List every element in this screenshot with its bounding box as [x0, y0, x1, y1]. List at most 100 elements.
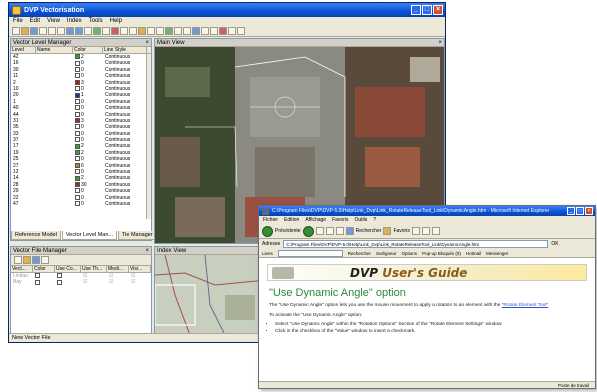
print-icon[interactable]	[431, 227, 440, 235]
close-button[interactable]: ×	[585, 207, 593, 215]
color-swatch[interactable]	[75, 54, 80, 60]
color-swatch[interactable]	[75, 169, 80, 175]
grid-icon[interactable]	[174, 27, 182, 35]
color-swatch[interactable]	[75, 66, 80, 72]
col-line-style[interactable]: Line Style	[103, 47, 147, 53]
search-input[interactable]	[277, 249, 343, 257]
link-options[interactable]: Options	[402, 251, 418, 256]
redo-icon[interactable]	[57, 27, 65, 35]
col-vector[interactable]: Vect...	[11, 266, 33, 272]
color-swatch[interactable]	[75, 181, 80, 187]
close-icon[interactable]: ×	[438, 39, 442, 47]
menu-view[interactable]: View	[47, 17, 60, 26]
color-swatch[interactable]	[75, 92, 80, 98]
index-map[interactable]	[155, 255, 266, 334]
use-color-checkbox[interactable]	[57, 279, 62, 285]
maximize-button[interactable]: □	[576, 207, 584, 215]
dvp-titlebar[interactable]: DVP Vectorisation _ □ ×	[9, 3, 445, 17]
table-row[interactable]: Bay ☑ ☑ ☑	[11, 279, 151, 285]
link-popup-blocked[interactable]: Pop-up Bloqués (0)	[422, 251, 461, 256]
move-icon[interactable]	[192, 27, 200, 35]
col-color[interactable]: Color	[33, 266, 55, 272]
minimize-button[interactable]: _	[411, 5, 421, 15]
menu-index[interactable]: Index	[67, 17, 82, 26]
favorites-label[interactable]: Favoris	[393, 228, 409, 234]
search-label[interactable]: Rechercher	[356, 228, 382, 234]
pan-icon[interactable]	[84, 27, 92, 35]
index-view[interactable]: Index View	[154, 246, 266, 334]
stop-icon[interactable]	[315, 227, 324, 235]
tab-tie-manager[interactable]: Tie Manager	[117, 231, 157, 240]
col-color[interactable]: Color	[73, 47, 103, 53]
color-swatch[interactable]	[75, 73, 80, 79]
color-swatch[interactable]	[75, 86, 80, 92]
go-button[interactable]: OK	[551, 241, 558, 247]
color-swatch[interactable]	[75, 194, 80, 200]
tab-reference-model[interactable]: Reference Model	[11, 231, 61, 240]
rotate-icon[interactable]	[183, 27, 191, 35]
new-file-icon[interactable]	[14, 256, 22, 264]
color-swatch[interactable]	[75, 188, 80, 194]
history-icon[interactable]	[411, 227, 420, 235]
forward-icon[interactable]	[302, 225, 314, 237]
tab-vector-level-manager[interactable]: Vector Level Man...	[61, 231, 117, 240]
link-messenger[interactable]: Messenger	[486, 251, 508, 256]
maximize-button[interactable]: □	[422, 5, 432, 15]
close-button[interactable]: ×	[433, 5, 443, 15]
save-file-icon[interactable]	[32, 256, 40, 264]
layer-icon[interactable]	[93, 27, 101, 35]
zoom-in-icon[interactable]	[66, 27, 74, 35]
color-swatch[interactable]	[75, 130, 80, 136]
col-level[interactable]: Level	[11, 47, 36, 53]
color-swatch[interactable]	[75, 124, 80, 130]
link-surligneur[interactable]: Surligneur	[376, 251, 397, 256]
color-swatch[interactable]	[75, 137, 80, 143]
new-icon[interactable]	[12, 27, 20, 35]
color-swatch[interactable]	[75, 118, 80, 124]
menu-file[interactable]: File	[13, 17, 23, 26]
col-visible[interactable]: Visi...	[129, 266, 151, 272]
browser-titlebar[interactable]: C:\Program Files\DVP\DVP-5.0\Help\Link_D…	[259, 206, 595, 216]
level-color[interactable]: 0	[73, 201, 103, 207]
refresh-icon[interactable]	[325, 227, 334, 235]
link-rechercher[interactable]: Rechercher	[348, 251, 371, 256]
snap-icon[interactable]	[165, 27, 173, 35]
arc-tool-icon[interactable]	[129, 27, 137, 35]
copy-icon[interactable]	[201, 27, 209, 35]
color-swatch[interactable]	[75, 111, 80, 117]
close-icon[interactable]: ×	[145, 39, 149, 47]
color-swatch[interactable]	[75, 143, 80, 149]
menu-help[interactable]: Help	[110, 17, 122, 26]
print-icon[interactable]	[39, 27, 47, 35]
color-swatch[interactable]	[35, 279, 40, 285]
line-style[interactable]: Continuous	[103, 201, 147, 207]
menu-edition[interactable]: Edition	[284, 216, 299, 224]
color-swatch[interactable]	[75, 201, 80, 207]
col-use-color[interactable]: Use Co...	[55, 266, 81, 272]
undo-icon[interactable]	[48, 27, 56, 35]
close-icon[interactable]: ×	[145, 247, 149, 255]
extra-icon[interactable]	[237, 27, 245, 35]
zoom-out-icon[interactable]	[75, 27, 83, 35]
measure-icon[interactable]	[156, 27, 164, 35]
menu-outils[interactable]: Outils	[354, 216, 367, 224]
table-row[interactable]: 47 0 Continuous	[11, 201, 151, 207]
menu-fichier[interactable]: Fichier	[263, 216, 278, 224]
favorites-icon[interactable]	[383, 227, 392, 235]
polygon-tool-icon[interactable]	[138, 27, 146, 35]
address-input[interactable]: C:\Program Files\DVP\DVP-5.0\Help\Link_D…	[283, 240, 549, 248]
back-icon[interactable]	[262, 225, 273, 237]
color-swatch[interactable]	[75, 105, 80, 111]
menu-help[interactable]: ?	[373, 216, 376, 224]
mail-icon[interactable]	[421, 227, 430, 235]
color-swatch[interactable]	[75, 60, 80, 66]
menu-affichage[interactable]: Affichage	[305, 216, 326, 224]
col-use-thickness[interactable]: Use Th...	[81, 266, 107, 272]
menu-edit[interactable]: Edit	[30, 17, 40, 26]
fence-icon[interactable]	[219, 27, 227, 35]
link-hotmail[interactable]: Hotmail	[466, 251, 481, 256]
use-color-checkbox[interactable]	[57, 273, 62, 279]
color-swatch[interactable]	[75, 98, 80, 104]
text-tool-icon[interactable]	[147, 27, 155, 35]
select-icon[interactable]	[102, 27, 110, 35]
